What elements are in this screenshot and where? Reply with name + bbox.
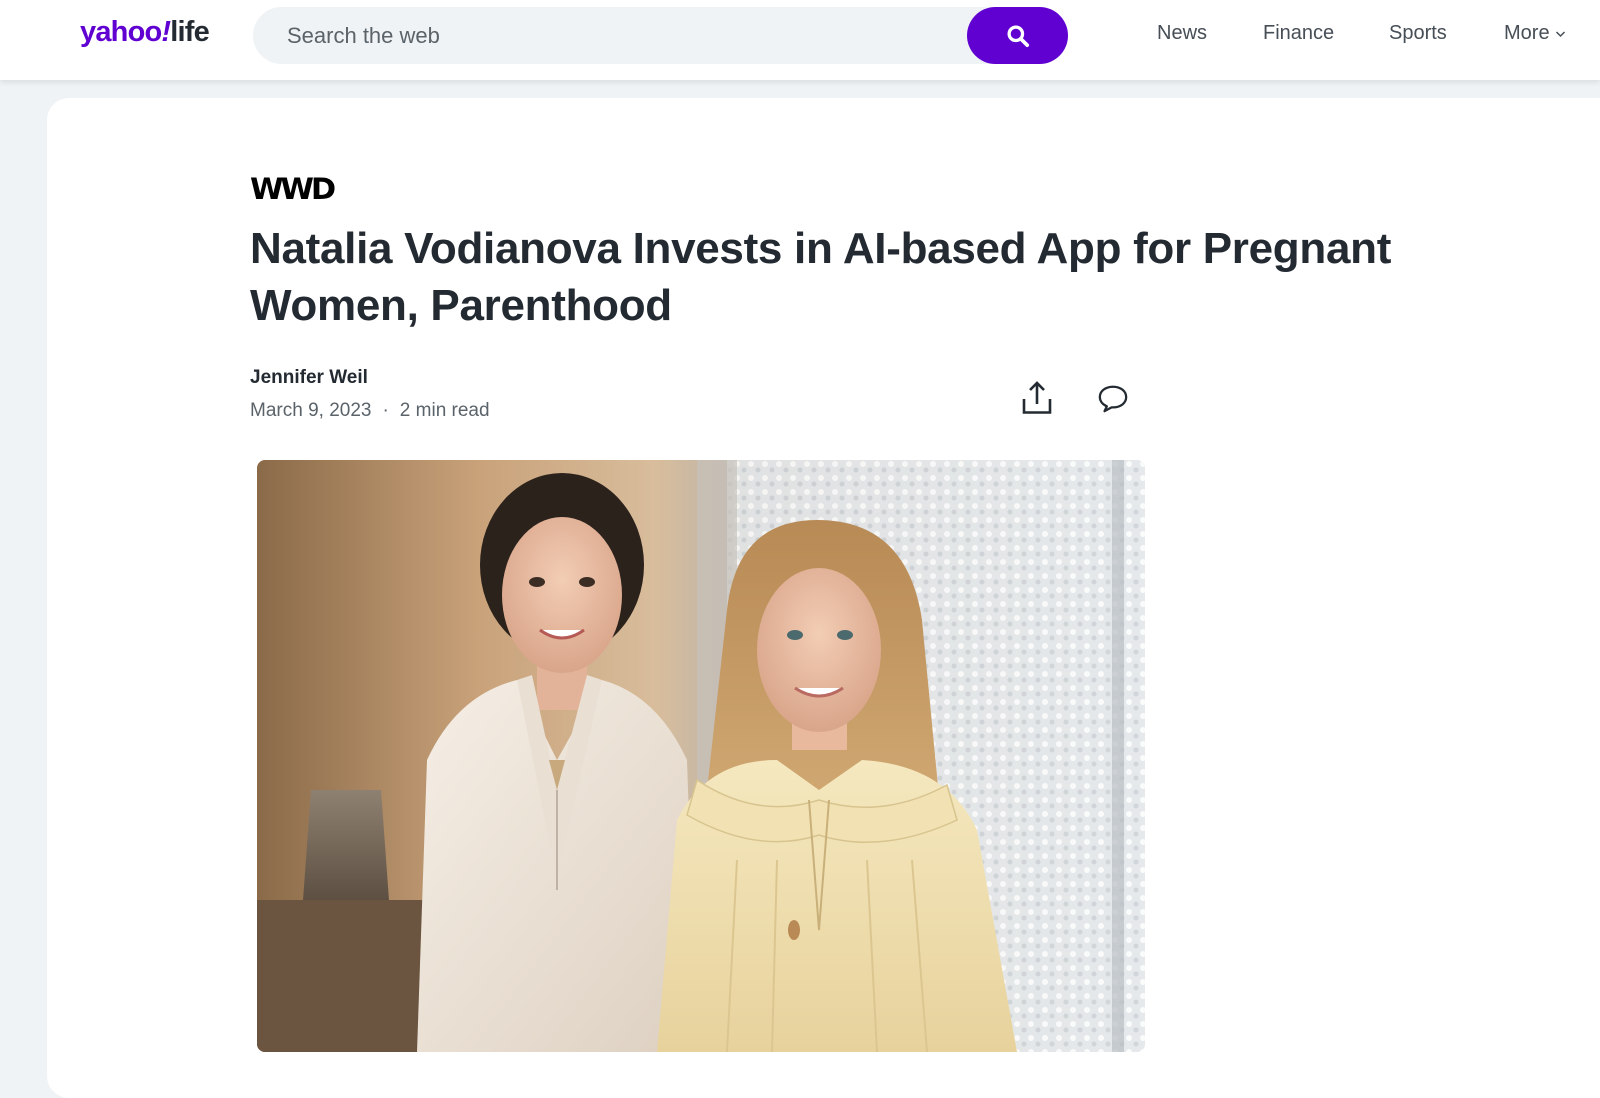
top-header: yahoo ! life News Finance Sports More (0, 0, 1600, 80)
author-name[interactable]: Jennifer Weil (250, 367, 368, 389)
article-photo[interactable] (257, 460, 1145, 1052)
search-input[interactable] (253, 7, 963, 64)
nav-sports[interactable]: Sports (1389, 22, 1447, 45)
logo-bang-text: ! (161, 16, 171, 48)
nav-more-label: More (1504, 22, 1550, 44)
chevron-down-icon (1555, 30, 1565, 37)
nav-more[interactable]: More (1504, 22, 1566, 45)
yahoo-life-logo[interactable]: yahoo ! life (80, 16, 210, 56)
share-icon (1022, 381, 1052, 414)
nav-news[interactable]: News (1157, 22, 1207, 45)
meta-separator: · (382, 400, 389, 421)
search-icon (1006, 24, 1029, 47)
publish-date: March 9, 2023 (250, 400, 372, 421)
share-button[interactable] (1015, 376, 1059, 420)
search-bar (253, 7, 1068, 64)
article-meta: March 9, 2023 · 2 min read (250, 400, 490, 422)
read-time: 2 min read (399, 400, 490, 421)
logo-section-text: life (170, 16, 209, 48)
photo-illustration (257, 460, 1145, 1052)
logo-brand-text: yahoo (80, 16, 162, 48)
source-logo[interactable]: WWD (250, 172, 336, 206)
nav-finance[interactable]: Finance (1263, 22, 1334, 45)
article-headline: Natalia Vodianova Invests in AI-based Ap… (250, 224, 1392, 330)
comments-button[interactable] (1091, 376, 1135, 420)
comment-icon (1098, 385, 1128, 413)
search-button[interactable] (967, 7, 1068, 64)
